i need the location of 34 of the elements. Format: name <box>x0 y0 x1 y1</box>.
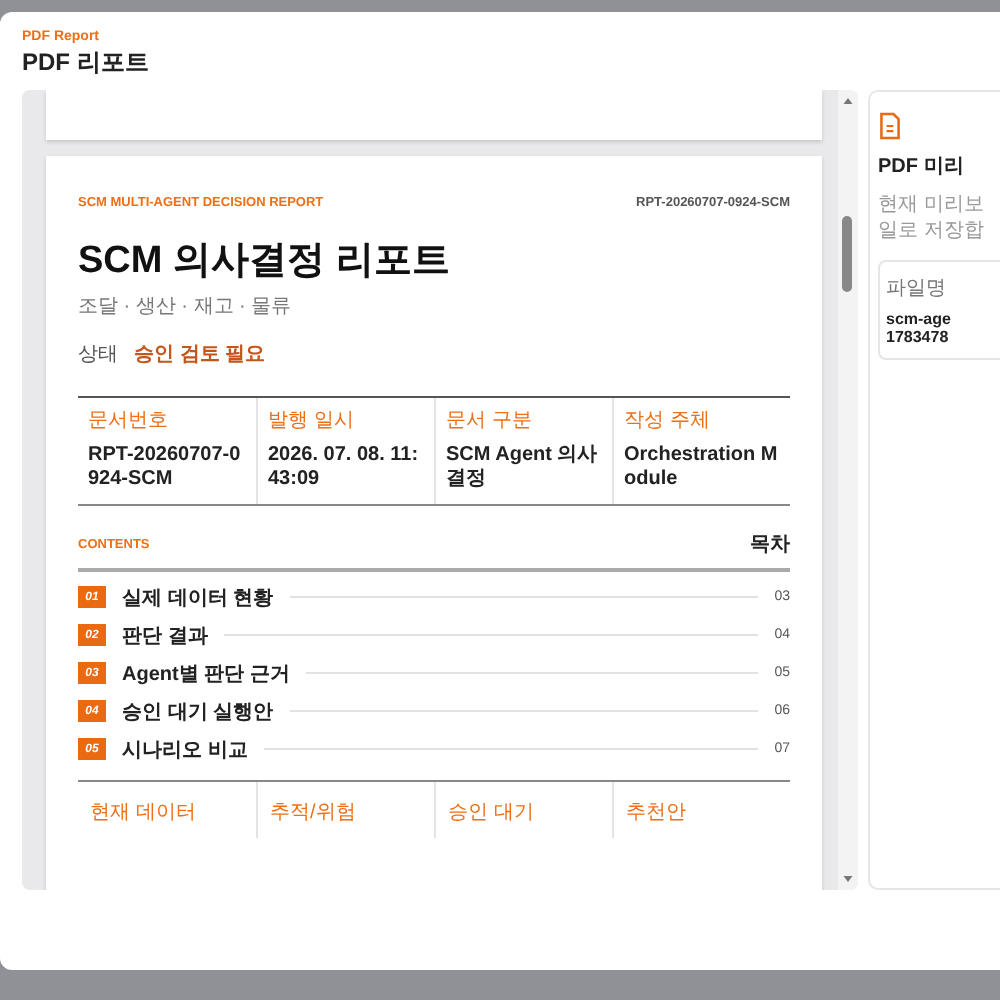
file-name-label: 파일명 <box>886 276 948 302</box>
meta-label: 문서 구분 <box>446 408 534 434</box>
side-panel-description: 현재 미리보 <box>878 192 986 218</box>
meta-value: Orchestration Module <box>624 444 780 492</box>
file-name-value: 1783478 <box>886 328 951 346</box>
meta-label: 발행 일시 <box>268 408 356 434</box>
scroll-down-icon[interactable] <box>842 874 854 884</box>
side-panel-description: 일로 저장합 <box>878 218 986 244</box>
report-subtitle: 조달 · 생산 · 재고 · 물류 <box>78 294 294 320</box>
toc-entry: 판단 결과 <box>122 623 208 649</box>
side-panel-title: PDF 미리 <box>878 154 966 180</box>
dialog-title: PDF 리포트 <box>22 46 151 80</box>
scrollbar-thumb[interactable] <box>842 216 852 292</box>
summary-column-label: 추천안 <box>626 802 686 824</box>
status-label: 상태 <box>78 342 118 368</box>
file-name-value: scm-age <box>886 310 953 328</box>
summary-column-label: 승인 대기 <box>448 802 534 824</box>
meta-label: 작성 주체 <box>624 408 712 434</box>
meta-value: RPT-20260707-0924-SCM <box>88 444 243 492</box>
contents-title: 목차 <box>750 532 790 558</box>
toc-entry: 승인 대기 실행안 <box>122 699 274 725</box>
toc-entry: Agent별 판단 근거 <box>122 661 290 687</box>
scroll-up-icon[interactable] <box>842 96 854 106</box>
meta-value: SCM Agent 의사결정 <box>446 444 600 492</box>
report-title: SCM 의사결정 리포트 <box>78 238 452 286</box>
meta-value: 2026. 07. 08. 11:43:09 <box>268 444 421 492</box>
status-value: 승인 검토 필요 <box>134 342 266 368</box>
toc-entry: 시나리오 비교 <box>122 737 248 763</box>
scrollbar[interactable] <box>838 90 858 890</box>
summary-column-label: 현재 데이터 <box>90 802 196 824</box>
toc-entry: 실제 데이터 현황 <box>122 585 274 611</box>
meta-label: 문서번호 <box>88 408 170 434</box>
document-icon <box>878 112 902 140</box>
summary-column-label: 추적/위험 <box>270 802 356 824</box>
